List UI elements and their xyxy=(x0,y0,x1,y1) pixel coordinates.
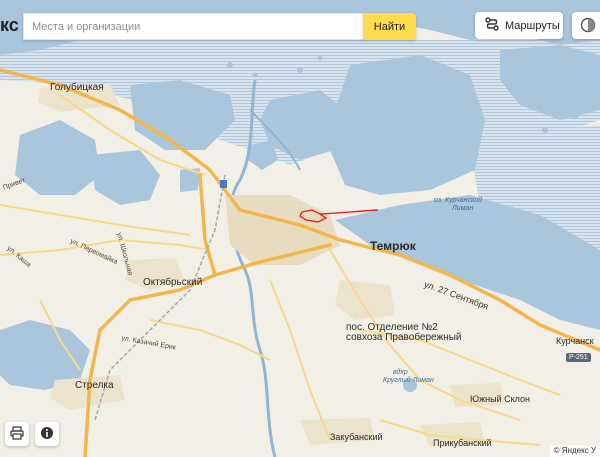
routes-label: Маршруты xyxy=(505,19,560,32)
label-krugly-liman: Круглый Лиман xyxy=(383,377,434,384)
label-prikubansky: Прикубанский xyxy=(433,438,492,448)
find-button[interactable]: Найти xyxy=(363,13,416,40)
label-strelka: Стрелка xyxy=(75,380,114,391)
label-kurchansky-liman-2: Лиман xyxy=(452,205,474,212)
label-zakubansky: Закубанский xyxy=(330,432,383,442)
layers-button[interactable] xyxy=(572,12,600,39)
search-input[interactable] xyxy=(24,14,364,39)
label-kurchansk: Курчанск xyxy=(556,336,594,346)
layers-icon xyxy=(580,17,596,37)
label-yuzhny-sklon: Южный Склон xyxy=(470,394,530,404)
print-icon xyxy=(10,425,24,444)
label-temryuk: Темрюк xyxy=(370,239,416,253)
lake-akhtanizovsky xyxy=(330,55,485,195)
label-oktyabrsky: Октябрьский xyxy=(143,277,203,288)
map-canvas[interactable]: Голубицкая Октябрьский Темрюк Стрелка по… xyxy=(0,0,600,457)
routes-button[interactable]: Маршруты xyxy=(475,12,563,39)
label-settlement-2: совхоза Правобережный xyxy=(346,332,462,343)
yandex-logo: кс xyxy=(0,15,19,35)
label-golubitskaya: Голубицкая xyxy=(50,82,104,93)
label-kurchansky-liman-1: оз. Курчанский xyxy=(434,197,483,204)
routes-icon xyxy=(485,16,499,35)
label-krugly-liman-pre: вдхр xyxy=(393,369,408,376)
print-button[interactable] xyxy=(5,422,29,446)
road-badge: Р-251 xyxy=(566,353,591,362)
copyright[interactable]: © Яндекс У xyxy=(549,445,600,457)
search-box[interactable] xyxy=(23,13,364,40)
info-icon xyxy=(40,425,54,444)
info-button[interactable] xyxy=(35,422,59,446)
